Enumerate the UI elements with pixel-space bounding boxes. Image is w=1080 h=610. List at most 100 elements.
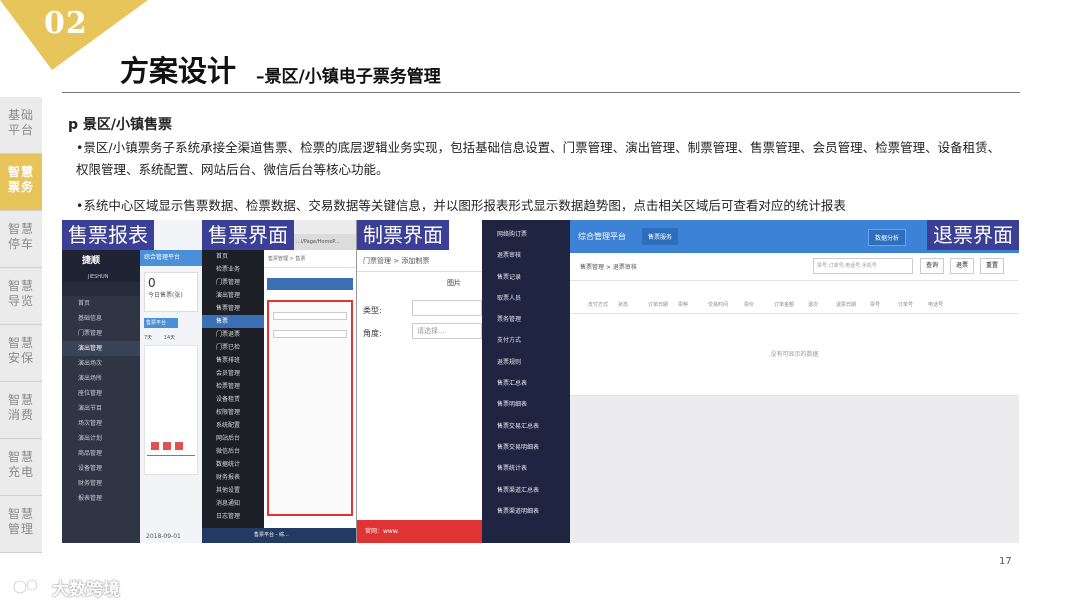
- nav-item[interactable]: 售票交易明细表: [482, 437, 570, 458]
- report-header: 综合管理平台: [140, 250, 202, 266]
- column-header[interactable]: 订单号: [898, 296, 928, 313]
- nav-item[interactable]: 座位管理: [62, 386, 140, 401]
- nav-item[interactable]: 财务报表: [202, 471, 264, 484]
- nav-item[interactable]: 演出管理: [202, 289, 264, 302]
- nav-item[interactable]: 首页: [202, 250, 264, 263]
- sidenav-item-smart-charging[interactable]: 智慧充电: [0, 439, 42, 496]
- angle-label: 角度:: [363, 329, 382, 338]
- nav-item[interactable]: 系统配置: [202, 419, 264, 432]
- column-header[interactable]: 退票日期: [836, 296, 870, 313]
- nav-item[interactable]: 网络购订票: [482, 224, 570, 245]
- nav-item[interactable]: 检票业务: [202, 263, 264, 276]
- days-14[interactable]: 14天: [164, 335, 175, 341]
- sidenav-item-smart-ticketing[interactable]: 智慧票务: [0, 154, 42, 211]
- nav-item[interactable]: 支付方式: [482, 330, 570, 351]
- nav-item[interactable]: 退票审核: [482, 245, 570, 266]
- column-header[interactable]: 支付方式: [588, 296, 618, 313]
- nav-item[interactable]: 设备租赁: [202, 393, 264, 406]
- nav-item[interactable]: 售票渠道明细表: [482, 501, 570, 522]
- nav-item[interactable]: 消息通知: [202, 497, 264, 510]
- logo-subtext: JIESHUN: [62, 272, 140, 282]
- sidenav-item-basic-platform[interactable]: 基础平台: [0, 97, 42, 154]
- nav-item[interactable]: 权限管理: [202, 406, 264, 419]
- search-input[interactable]: 票号,订单号,电话号,手机号: [813, 258, 913, 274]
- nav-item[interactable]: 日志管理: [202, 510, 264, 523]
- nav-item[interactable]: 基础信息: [62, 311, 140, 326]
- angle-select[interactable]: 请选择...: [412, 323, 482, 339]
- refund-button[interactable]: 退票: [950, 258, 974, 274]
- type-select[interactable]: [412, 300, 482, 316]
- nav-item[interactable]: 首页: [62, 296, 140, 311]
- sidenav-item-smart-parking[interactable]: 智慧停车: [0, 211, 42, 268]
- nav-item[interactable]: 售票渠道汇总表: [482, 480, 570, 501]
- nav-item[interactable]: 微信后台: [202, 445, 264, 458]
- search-button[interactable]: 查询: [920, 258, 944, 274]
- refund-menu[interactable]: 售票服务: [642, 228, 679, 245]
- nav-item[interactable]: 网站后台: [202, 432, 264, 445]
- sidenav-item-smart-security[interactable]: 智慧安保: [0, 325, 42, 382]
- page-subtitle: –景区/小镇电子票务管理: [256, 67, 441, 87]
- nav-item[interactable]: 门票退票: [202, 328, 264, 341]
- nav-item[interactable]: 商品管理: [62, 446, 140, 461]
- type-label: 类型:: [363, 306, 382, 315]
- nav-item[interactable]: 售票汇总表: [482, 373, 570, 394]
- label-sales-ui: 售票界面: [202, 220, 294, 250]
- nav-item[interactable]: 报表管理: [62, 491, 140, 506]
- column-header[interactable]: 交易时间: [708, 296, 744, 313]
- nav-item[interactable]: 演出场所: [62, 371, 140, 386]
- column-header[interactable]: 订单日期: [648, 296, 678, 313]
- nav-item[interactable]: 售票交易汇总表: [482, 416, 570, 437]
- column-header[interactable]: 订单金额: [774, 296, 808, 313]
- nav-item[interactable]: 门票管理: [62, 326, 140, 341]
- nav-item[interactable]: 演出场次: [62, 356, 140, 371]
- logo-text: 捷顺: [82, 256, 101, 266]
- column-header[interactable]: 状态: [618, 296, 648, 313]
- nav-item-active[interactable]: 售票: [202, 315, 264, 328]
- taskbar: 售票平台 - 综...: [202, 528, 356, 543]
- nav-item[interactable]: 检票管理: [202, 380, 264, 393]
- nav-item[interactable]: 场次管理: [62, 416, 140, 431]
- report-tab[interactable]: 售票平台: [144, 318, 178, 328]
- sidenav-item-smart-guide[interactable]: 智慧导览: [0, 268, 42, 325]
- column-header[interactable]: 退次: [808, 296, 836, 313]
- nav-item[interactable]: 售票明细表: [482, 394, 570, 415]
- breadcrumb: 售票管理 > 售票: [264, 250, 356, 268]
- nav-item[interactable]: 设备管理: [62, 461, 140, 476]
- label-ticket-make-ui: 制票界面: [357, 220, 449, 250]
- sidenav-item-smart-consumption[interactable]: 智慧消费: [0, 382, 42, 439]
- nav-item[interactable]: 会员管理: [202, 367, 264, 380]
- nav-item-active[interactable]: 演出管理: [62, 341, 140, 356]
- report-chart-area[interactable]: [144, 345, 198, 475]
- nav-item[interactable]: 售票排班: [202, 354, 264, 367]
- nav-item[interactable]: 门票已检: [202, 341, 264, 354]
- section-number: 02: [44, 6, 88, 41]
- breadcrumb: 门票管理 > 添加制票: [357, 250, 482, 272]
- nav-item[interactable]: 退票规则: [482, 352, 570, 373]
- nav-item[interactable]: 售票统计表: [482, 458, 570, 479]
- nav-item[interactable]: 演出节目: [62, 401, 140, 416]
- column-header[interactable]: 票号: [870, 296, 898, 313]
- label-refund-ui: 退票界面: [927, 220, 1019, 250]
- section-title: p 景区/小镇售票: [68, 117, 173, 133]
- data-analysis-button[interactable]: 数据分析: [868, 229, 907, 246]
- image-tab[interactable]: 图片: [447, 278, 461, 288]
- sidenav-item-smart-management[interactable]: 智慧管理: [0, 496, 42, 553]
- nav-item[interactable]: 其他设置: [202, 484, 264, 497]
- nav-item[interactable]: 数据统计: [202, 458, 264, 471]
- nav-item[interactable]: 财务管理: [62, 476, 140, 491]
- nav-item[interactable]: 门票管理: [202, 276, 264, 289]
- column-header[interactable]: 票价: [744, 296, 774, 313]
- page-title: 方案设计: [120, 54, 237, 88]
- nav-item[interactable]: 票务管理: [482, 309, 570, 330]
- reset-button[interactable]: 重置: [980, 258, 1004, 274]
- column-header[interactable]: 票种: [678, 296, 708, 313]
- days-7[interactable]: 7天: [144, 335, 152, 341]
- nav-item[interactable]: 演出计划: [62, 431, 140, 446]
- label-sales-report: 售票报表: [62, 220, 154, 250]
- nav-item[interactable]: 售票记录: [482, 267, 570, 288]
- column-header[interactable]: 电话号: [928, 296, 958, 313]
- sales-panel[interactable]: [267, 300, 353, 516]
- screenshot-refund-ui: 综合管理平台 售票服务 数据分析 售票管理 > 退票审核 票号,订单号,电话号,…: [570, 220, 1019, 543]
- nav-item[interactable]: 售票管理: [202, 302, 264, 315]
- nav-item[interactable]: 取票人员: [482, 288, 570, 309]
